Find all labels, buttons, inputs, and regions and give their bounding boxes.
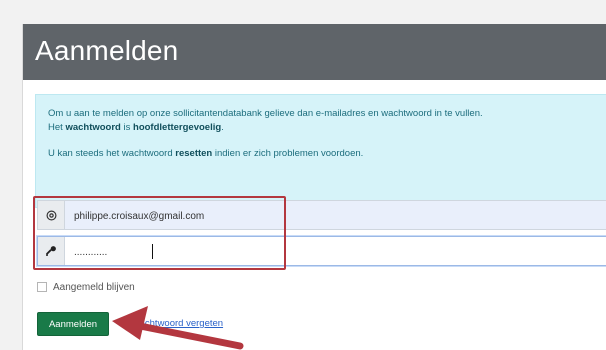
email-field-group	[37, 200, 606, 231]
info-text-period: .	[221, 122, 224, 133]
text-caret	[152, 244, 153, 259]
info-bold-case-sensitive: hoofdlettergevoelig	[133, 122, 222, 133]
login-button[interactable]: Aanmelden	[37, 312, 109, 336]
info-text-prefix: Het	[48, 122, 63, 133]
login-card: Aanmelden Om u aan te melden op onze sol…	[22, 24, 606, 350]
info-text-1: Om u aan te melden op onze sollicitanten…	[48, 108, 483, 119]
email-input[interactable]	[72, 201, 596, 231]
key-icon	[38, 237, 65, 265]
page-title: Aanmelden	[35, 35, 179, 66]
info-paragraph-1: Om u aan te melden op onze sollicitanten…	[48, 107, 594, 135]
info-bold-wachtwoord: wachtwoord	[65, 122, 121, 133]
remember-me[interactable]: Aangemeld blijven	[37, 280, 135, 294]
info-text-2a: U kan steeds het wachtwoord	[48, 148, 173, 159]
password-input[interactable]	[72, 237, 596, 267]
info-bold-resetten: resetten	[175, 148, 213, 159]
forgot-password-link[interactable]: Wachtwoord vergeten	[131, 318, 223, 329]
remember-label: Aangemeld blijven	[53, 281, 135, 293]
info-text-2b: indien er zich problemen voordoen.	[214, 148, 364, 159]
login-header: Aanmelden	[23, 24, 606, 80]
info-text-is: is	[123, 122, 131, 133]
password-field-group	[37, 236, 606, 267]
info-alert: Om u aan te melden op onze sollicitanten…	[35, 94, 606, 208]
info-paragraph-2: U kan steeds het wachtwoord resetten ind…	[48, 147, 594, 161]
at-icon	[38, 201, 65, 229]
remember-checkbox[interactable]	[37, 282, 47, 292]
